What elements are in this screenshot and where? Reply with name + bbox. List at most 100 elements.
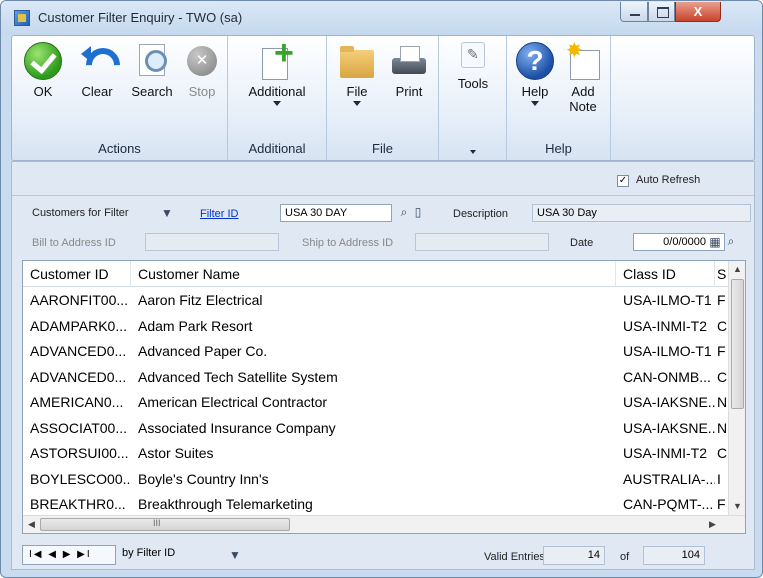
cell-customer-id: BREAKTHR0... <box>30 496 126 512</box>
scroll-left-icon[interactable]: ◀ <box>28 519 35 530</box>
clear-label: Clear <box>81 84 113 99</box>
cell-customer-name: American Electrical Contractor <box>138 394 328 410</box>
additional-button[interactable]: Additional <box>234 34 320 106</box>
table-row[interactable]: AMERICAN0... American Electrical Contract… <box>23 390 729 416</box>
column-header-customer-id[interactable]: Customer ID <box>23 261 131 287</box>
cell-customer-id: ASTORSUI00... <box>30 445 129 461</box>
new-document-icon[interactable]: ▯ <box>411 205 425 219</box>
print-button[interactable]: Print <box>385 42 433 99</box>
description-field: USA 30 Day <box>532 204 751 222</box>
cell-partial: C <box>717 368 728 385</box>
ok-button[interactable]: OK <box>18 42 68 99</box>
sort-by-dropdown[interactable]: by Filter ID <box>118 545 244 565</box>
actions-group-label: Actions <box>98 141 141 156</box>
date-label: Date <box>570 237 594 249</box>
cell-partial: C <box>717 445 728 461</box>
tools-group-expander[interactable] <box>439 148 506 154</box>
cell-customer-id: BOYLESCO00... <box>30 470 131 487</box>
search-label: Search <box>131 84 173 99</box>
folder-icon <box>338 42 376 80</box>
cell-partial: N <box>717 419 728 436</box>
cell-partial: F <box>717 343 726 359</box>
search-button[interactable]: Search <box>126 42 178 99</box>
clear-button[interactable]: Clear <box>72 42 122 99</box>
valid-entries-label: Valid Entries <box>484 551 545 563</box>
stop-button[interactable]: Stop <box>180 42 224 99</box>
sort-by-value: by Filter ID <box>122 547 176 559</box>
table-row[interactable]: ADAMPARK0... Adam Park Resort USA-INMI-T2 C <box>23 314 729 340</box>
record-navigation-buttons[interactable]: I◀ ◀ ▶ ▶I <box>22 545 116 565</box>
date-lookup-icon[interactable]: ⌕ <box>724 234 738 248</box>
cell-partial: I <box>717 470 721 487</box>
dropdown-arrow-icon[interactable]: ▼ <box>228 548 242 562</box>
help-icon <box>516 42 554 80</box>
add-note-button[interactable]: Add Note <box>559 38 607 114</box>
add-note-label-line2: Note <box>569 99 597 114</box>
chevron-down-icon <box>469 150 476 154</box>
horizontal-scrollbar[interactable]: ◀ III ▶ <box>23 515 745 533</box>
dropdown-arrow-icon[interactable]: ▼ <box>160 206 174 220</box>
scroll-down-icon[interactable]: ▼ <box>733 501 742 511</box>
tools-button[interactable]: Tools <box>447 42 499 91</box>
ribbon-group-actions: OK Clear Search Stop Actions <box>12 36 228 160</box>
filter-type-value: Customers for Filter <box>32 207 129 219</box>
column-header-partial[interactable]: S <box>715 261 729 287</box>
cell-customer-name: Adam Park Resort <box>138 317 253 334</box>
cell-customer-id: ADVANCED0... <box>30 343 127 359</box>
ship-to-field[interactable] <box>415 233 549 251</box>
cell-partial: N <box>717 394 728 410</box>
lookup-icon[interactable]: ⌕ <box>397 205 411 219</box>
total-count: 104 <box>643 546 705 565</box>
cell-customer-name: Breakthrough Telemarketing <box>138 496 313 512</box>
stop-label: Stop <box>188 84 216 99</box>
table-row[interactable]: AARONFIT00... Aaron Fitz Electrical USA-IL… <box>23 288 729 314</box>
close-button[interactable]: X <box>675 2 721 22</box>
horizontal-scroll-thumb[interactable]: III <box>40 518 290 531</box>
cell-class-id: USA-INMI-T2 <box>623 445 707 461</box>
bill-to-label: Bill to Address ID <box>32 237 116 249</box>
filter-type-dropdown[interactable]: Customers for Filter <box>32 207 129 219</box>
cell-class-id: USA-ILMO-T1 <box>623 343 712 359</box>
cell-class-id: CAN-ONMB... <box>623 368 711 385</box>
table-row[interactable]: ASTORSUI00... Astor Suites USA-INMI-T2 C <box>23 441 729 467</box>
undo-arrow-icon <box>78 42 116 80</box>
help-button[interactable]: Help <box>513 42 557 106</box>
help-label: Help <box>521 84 549 99</box>
table-row[interactable]: ADVANCED0... Advanced Paper Co. USA-ILMO-T… <box>23 339 729 365</box>
file-group-label: File <box>372 141 393 156</box>
table-row[interactable]: ASSOCIAT00... Associated Insurance Compan… <box>23 416 729 442</box>
stop-icon <box>187 46 217 76</box>
chevron-down-icon <box>273 101 281 106</box>
table-row[interactable]: ADVANCED0... Advanced Tech Satellite Syst… <box>23 365 729 391</box>
column-header-customer-name[interactable]: Customer Name <box>131 261 616 287</box>
chevron-down-icon <box>531 101 539 106</box>
scroll-right-icon[interactable]: ▶ <box>709 519 716 530</box>
cell-class-id: AUSTRALIA-... <box>623 470 715 487</box>
cell-class-id: USA-INMI-T2 <box>623 317 707 334</box>
auto-refresh-checkbox[interactable]: ✓ <box>617 175 629 187</box>
cell-class-id: USA-IAKSNE... <box>623 419 715 436</box>
filter-id-link[interactable]: Filter ID <box>200 208 239 220</box>
maximize-button[interactable] <box>648 2 675 22</box>
printer-icon <box>390 42 428 80</box>
column-header-class-id[interactable]: Class ID <box>616 261 715 287</box>
table-row[interactable]: BOYLESCO00... Boyle's Country Inn's AUSTRA… <box>23 467 729 493</box>
tools-icon <box>461 42 485 68</box>
vertical-scroll-thumb[interactable] <box>731 279 744 409</box>
file-button[interactable]: File <box>335 42 379 106</box>
search-icon <box>133 42 171 80</box>
divider <box>12 195 754 196</box>
additional-label: Additional <box>248 84 306 99</box>
cell-class-id: CAN-PQMT-... <box>623 496 714 512</box>
minimize-button[interactable] <box>620 2 648 22</box>
ribbon-group-additional: Additional Additional <box>228 34 327 160</box>
table-row[interactable]: BREAKTHR0... Breakthrough Telemarketing CA… <box>23 492 729 518</box>
calendar-icon[interactable]: ▦ <box>708 235 722 249</box>
cell-partial: C <box>717 317 728 334</box>
title-bar: Customer Filter Enquiry - TWO (sa) X <box>1 1 762 35</box>
vertical-scrollbar[interactable]: ▲ ▼ <box>728 261 745 515</box>
ok-check-icon <box>24 42 62 80</box>
filter-id-field[interactable]: USA 30 DAY <box>280 204 392 222</box>
bill-to-field[interactable] <box>145 233 279 251</box>
scroll-up-icon[interactable]: ▲ <box>733 264 742 274</box>
